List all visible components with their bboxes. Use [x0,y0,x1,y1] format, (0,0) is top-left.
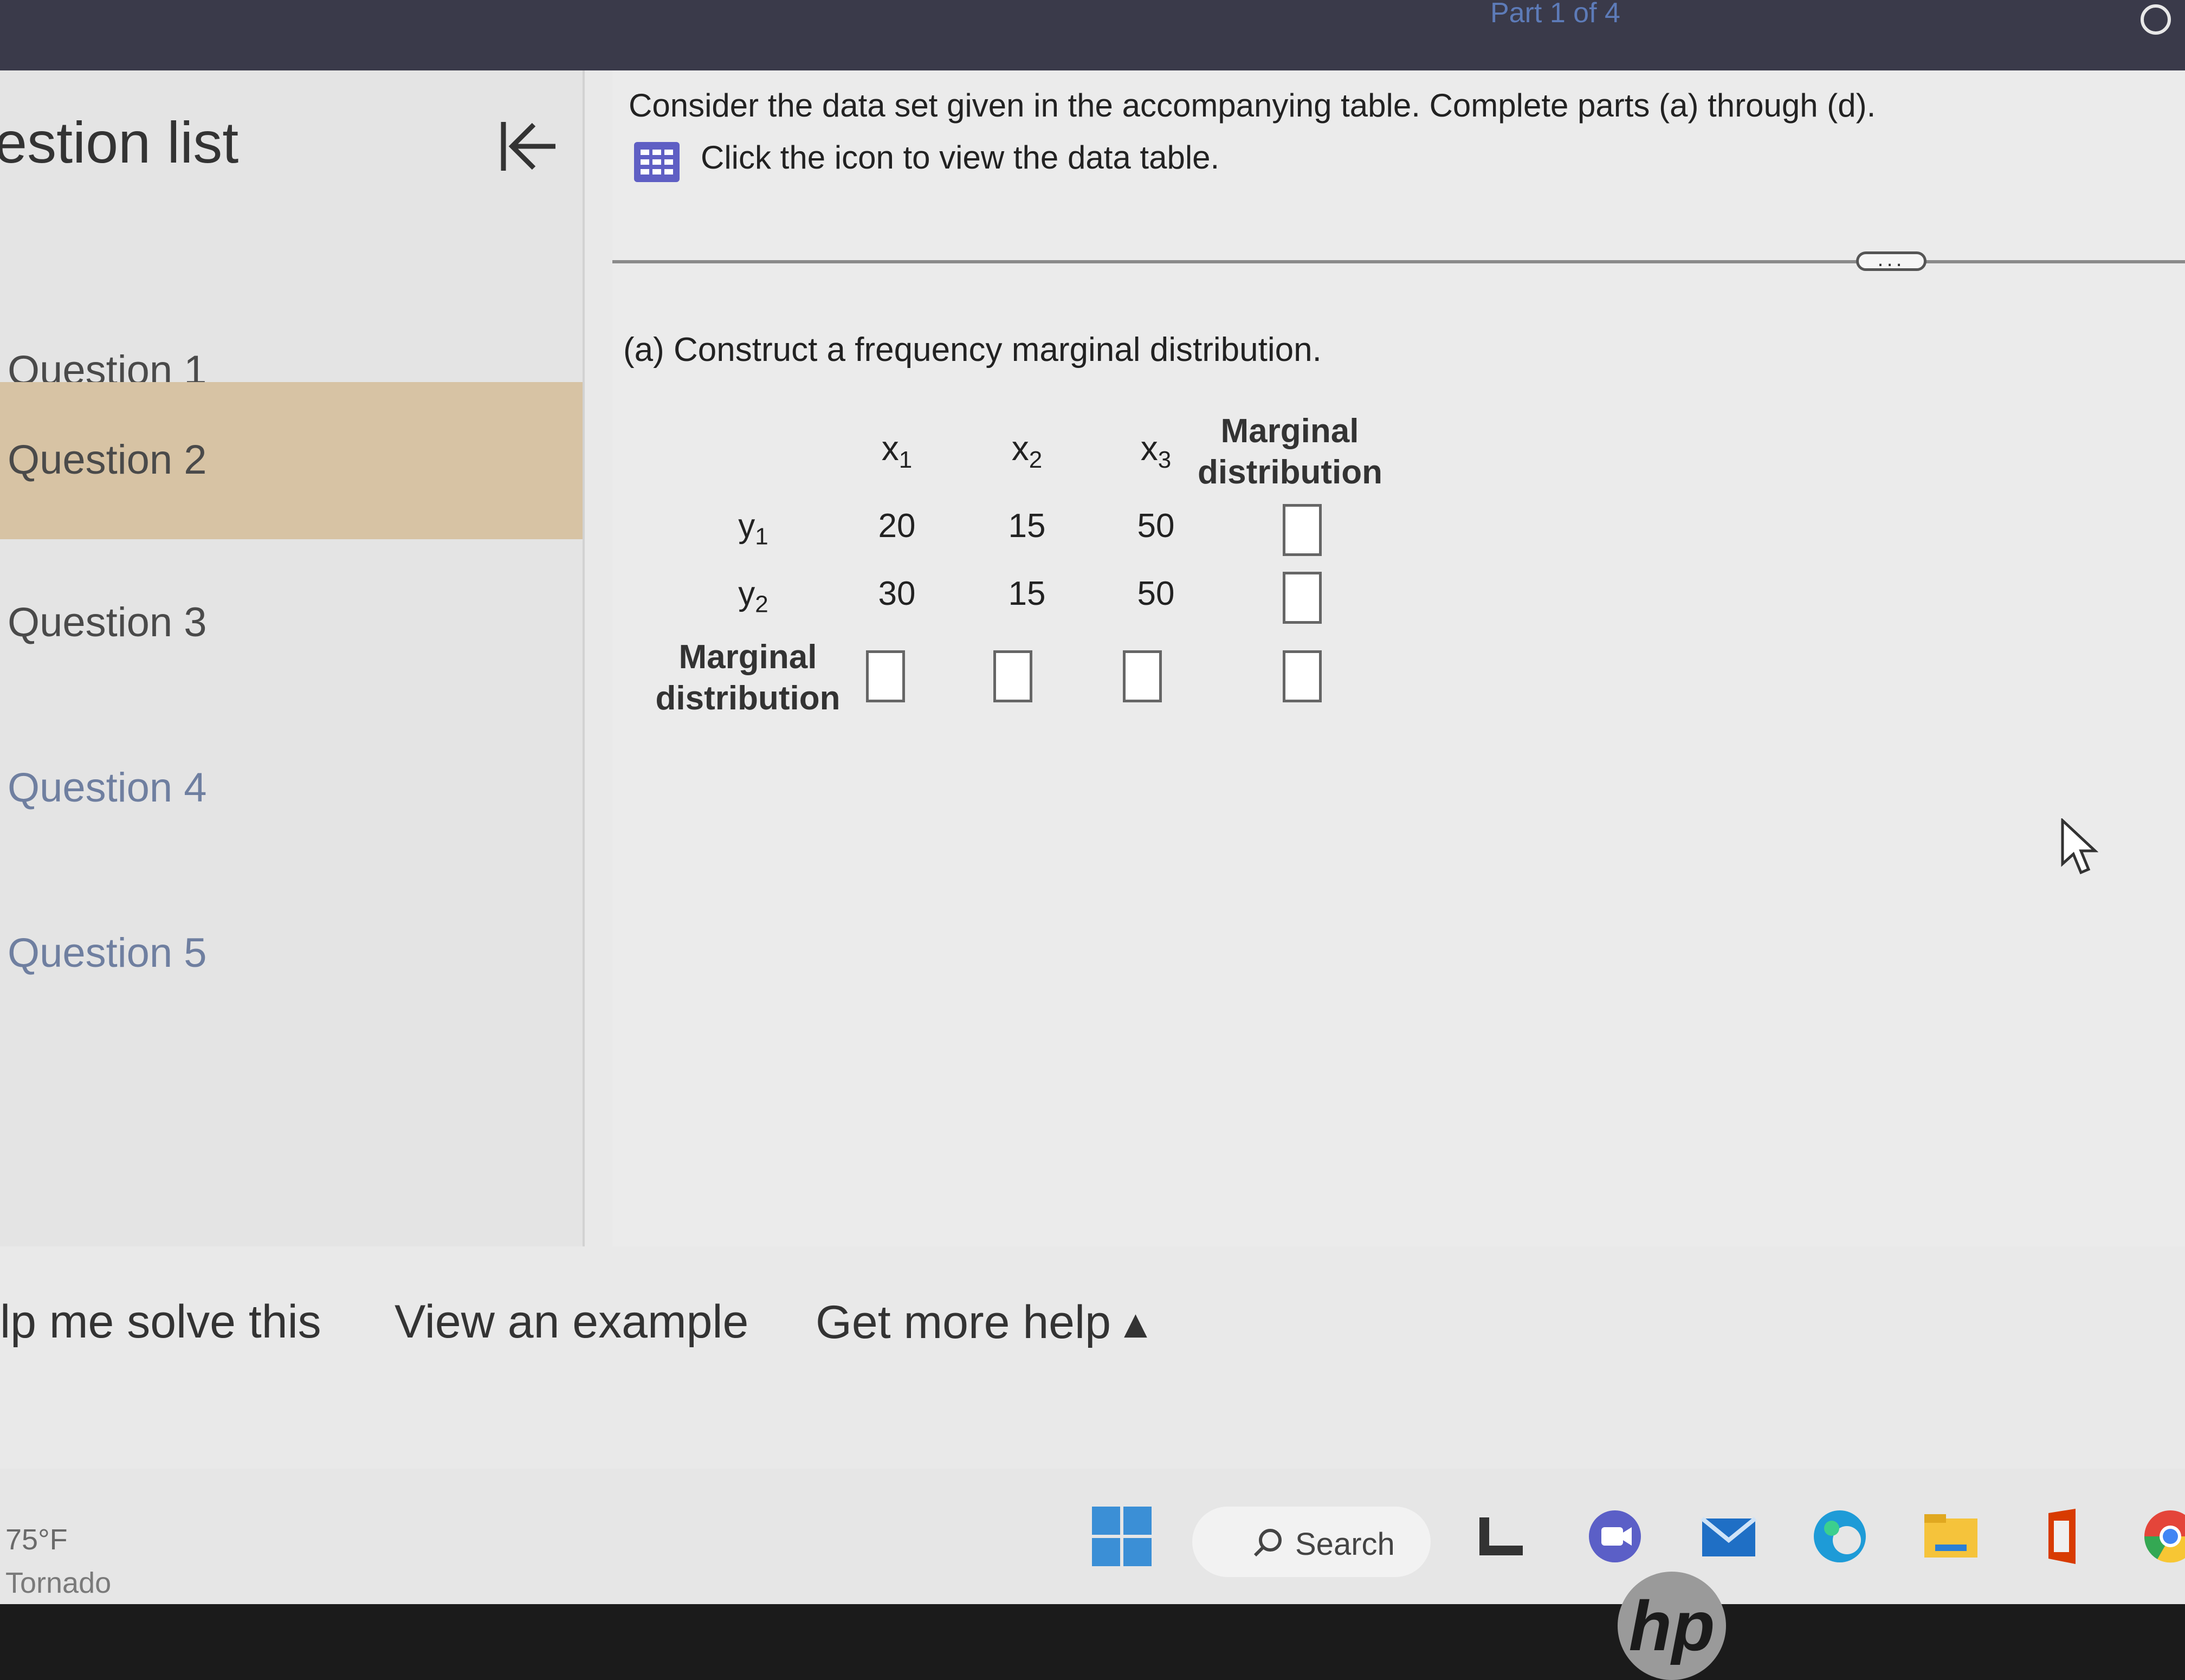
sidebar-item-question-2[interactable]: Question 2 [0,382,583,539]
table-cell: 30 [878,575,916,612]
answer-input-x1-marginal[interactable] [866,650,905,702]
edge-browser-icon[interactable] [1810,1507,1870,1566]
taskbar-search[interactable]: Search [1192,1507,1431,1577]
circle-icon[interactable] [2141,4,2171,35]
weather-temperature[interactable]: 75°F [5,1523,68,1556]
view-an-example-button[interactable]: View an example [395,1295,748,1349]
table-cell: 50 [1137,575,1175,612]
col-header-x3: x3 [1140,429,1172,473]
hp-logo: hp [1618,1572,1726,1680]
table-cell: 15 [1008,507,1046,545]
sidebar-item-label: Question 3 [8,599,207,645]
question-panel: Consider the data set given in the accom… [612,70,2185,1246]
file-explorer-icon[interactable] [1921,1507,1981,1566]
help-me-solve-this-button[interactable]: lp me solve this [0,1295,321,1349]
app-screen: estion list Question 1 Question 2 Questi… [0,70,2185,1604]
chat-icon[interactable] [1585,1507,1645,1566]
table-cell: 15 [1008,575,1046,612]
task-view-icon[interactable] [1474,1507,1534,1566]
sidebar-item-label: Question 5 [8,930,207,976]
col-header-x2: x2 [1011,429,1043,473]
table-cell: 20 [878,507,916,545]
row-header-y1: y1 [738,507,768,550]
chrome-icon[interactable] [2141,1507,2185,1566]
windows-start-icon[interactable] [1092,1507,1153,1567]
sidebar-item-question-5[interactable]: Question 5 [0,875,583,1032]
windows-taskbar: 75°F Tornado Search [0,1469,2185,1604]
taskbar-search-label: Search [1295,1527,1395,1562]
mail-icon[interactable] [1699,1507,1759,1566]
row-header-y2: y2 [738,575,768,618]
get-more-help-button[interactable]: Get more help ▴ [816,1295,1147,1349]
col-header-marginal: Marginal distribution [1198,412,1382,491]
answer-input-total-marginal[interactable] [1283,650,1322,702]
question-sidebar: estion list Question 1 Question 2 Questi… [0,70,585,1246]
mouse-cursor-icon [2061,818,2098,875]
search-icon [1253,1529,1282,1557]
office-icon[interactable] [2032,1507,2092,1566]
row-header-marginal: Marginal distribution [655,638,841,717]
answer-input-y1-marginal[interactable] [1283,504,1322,556]
weather-condition[interactable]: Tornado [5,1566,111,1600]
sidebar-item-question-4[interactable]: Question 4 [0,710,583,867]
answer-input-x2-marginal[interactable] [993,650,1032,702]
collapse-left-icon[interactable] [496,117,561,176]
answer-input-y2-marginal[interactable] [1283,572,1322,624]
col-header-x1: x1 [881,429,913,473]
frequency-table: x1 x2 x3 Marginal distribution y1 20 15 … [612,70,2185,829]
sidebar-title: estion list [0,109,239,175]
sidebar-item-question-3[interactable]: Question 3 [0,545,583,702]
answer-input-x3-marginal[interactable] [1123,650,1162,702]
sidebar-item-label: Question 2 [8,437,207,483]
sidebar-item-label: Question 4 [8,765,207,811]
table-cell: 50 [1137,507,1175,545]
part-indicator: Part 1 of 4 [1490,0,1620,29]
browser-top-bar: Part 1 of 4 [0,0,2185,70]
